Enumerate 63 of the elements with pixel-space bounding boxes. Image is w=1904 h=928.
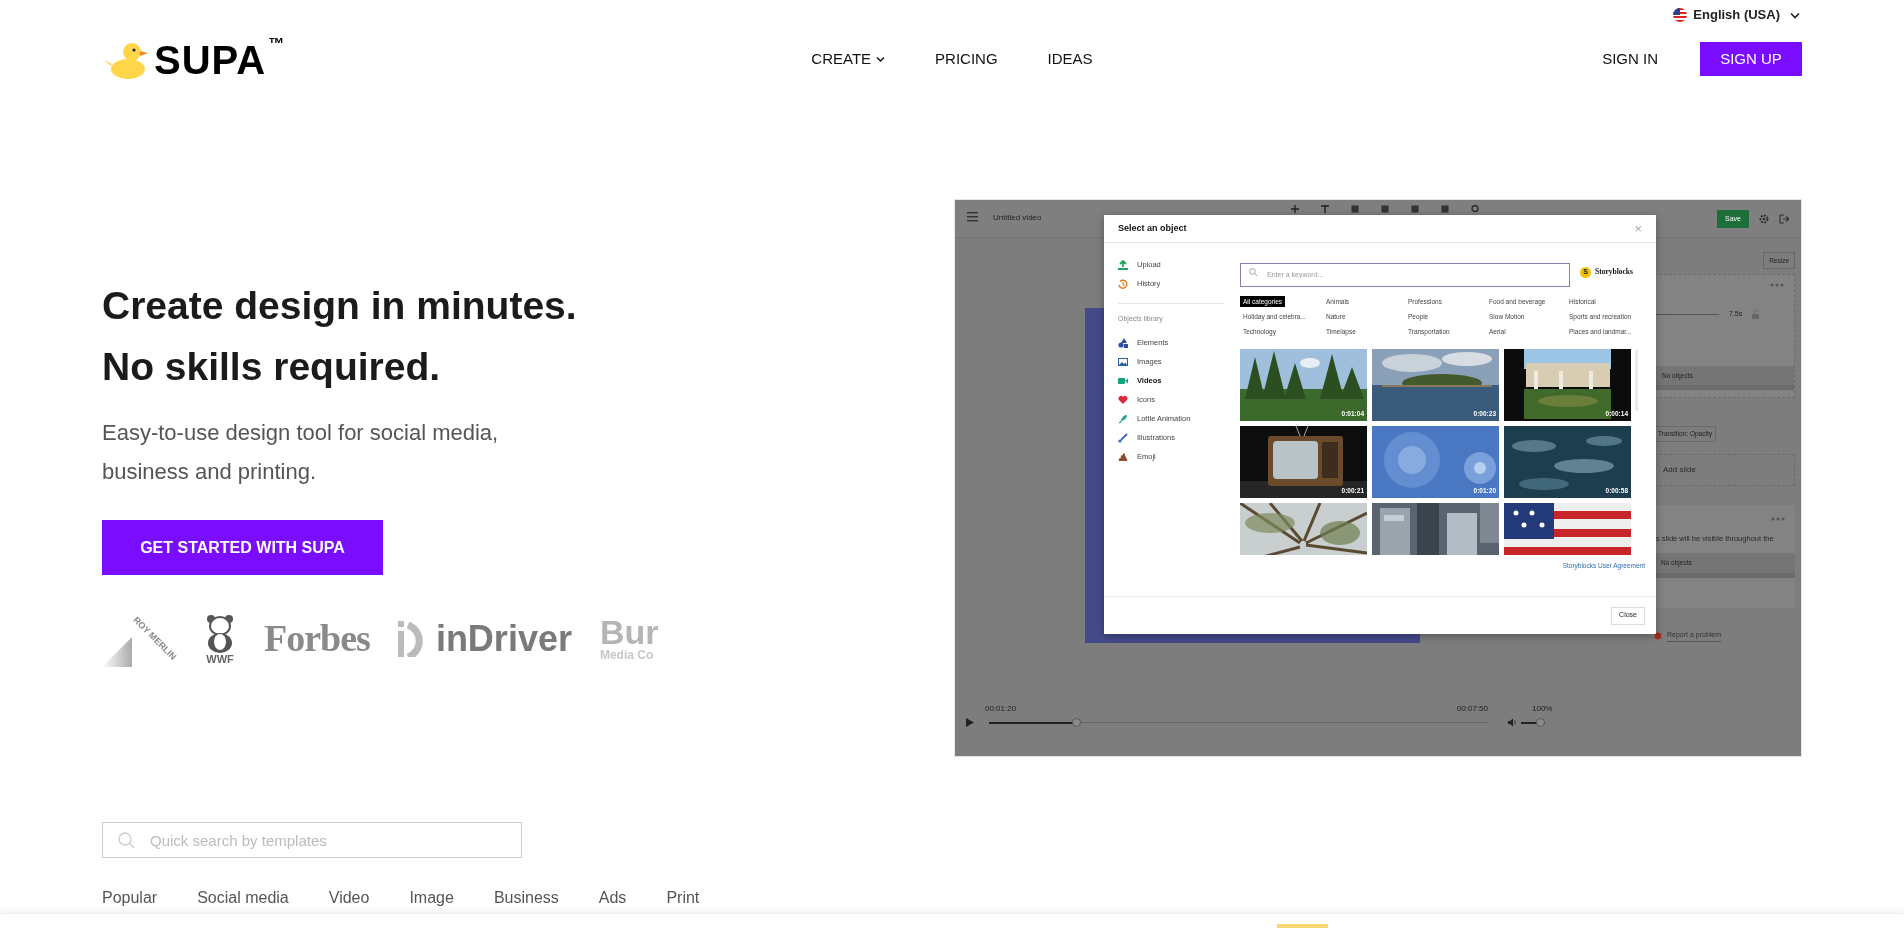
more-icon[interactable] <box>1770 283 1784 287</box>
volume-slider[interactable] <box>1521 718 1545 727</box>
search-icon[interactable] <box>1471 205 1480 213</box>
sign-in-link[interactable]: SIGN IN <box>1602 47 1658 71</box>
bear-icon <box>204 612 236 653</box>
clock-icon <box>1118 278 1128 289</box>
exit-icon[interactable] <box>1779 214 1789 224</box>
logo-text: SUPA <box>154 40 267 80</box>
get-started-button[interactable]: GET STARTED WITH SUPA <box>102 520 383 575</box>
toolbar-icon[interactable] <box>1381 205 1390 213</box>
more-icon[interactable] <box>1771 517 1785 521</box>
headline: Create design in minutes. <box>102 283 577 329</box>
logo-mark-icon <box>397 620 426 657</box>
dialog-title: Select an object <box>1118 221 1187 235</box>
settings-icon[interactable] <box>1759 214 1769 224</box>
trademark-sign: ™ <box>268 34 285 54</box>
template-search-field[interactable]: Quick search by templates <box>102 822 522 858</box>
category-tab[interactable]: Social media <box>197 886 289 910</box>
toolbar-icon[interactable] <box>1351 205 1360 213</box>
toolbar-icon[interactable] <box>1411 205 1420 213</box>
time-label: 00:07:50 <box>1456 703 1488 715</box>
document-title: Untitled video <box>993 212 1042 224</box>
client-logo: WWF <box>206 652 234 665</box>
nav-link[interactable]: PRICING <box>935 47 998 71</box>
subtitle: business and printing. <box>102 458 318 486</box>
nav-link[interactable]: IDEAS <box>1047 47 1093 71</box>
volume-label: 100% <box>1532 703 1553 715</box>
toolbar-icon[interactable] <box>1441 205 1450 213</box>
subtitle: Easy-to-use design tool for social media, <box>102 419 499 447</box>
heart-icon <box>1118 395 1128 405</box>
category-tab[interactable]: Popular <box>102 886 158 910</box>
pile-icon <box>1118 452 1128 462</box>
image-icon <box>1118 357 1128 367</box>
category-tab[interactable]: Print <box>666 886 700 910</box>
headline: No skills required. <box>102 344 441 390</box>
category-tab[interactable]: Image <box>409 886 454 910</box>
time-label: 00:01:20 <box>985 703 1017 715</box>
play-icon[interactable] <box>966 718 974 727</box>
chevron-icon <box>1790 11 1800 19</box>
menu-icon[interactable] <box>967 212 978 222</box>
category-tab[interactable]: Video <box>328 886 370 910</box>
caret-icon <box>876 55 886 63</box>
search-icon <box>1249 268 1257 276</box>
language-selector[interactable]: English (USA) <box>1673 5 1800 25</box>
client-logo: inDriver <box>435 616 572 661</box>
progress-slider[interactable] <box>989 718 1488 727</box>
video-camera-icon <box>1118 376 1128 386</box>
search-icon <box>118 832 134 848</box>
shapes-icon <box>1118 338 1128 348</box>
plus-icon[interactable] <box>1291 205 1300 213</box>
rocket-icon <box>1118 414 1128 424</box>
upload-icon <box>1118 259 1128 270</box>
client-logo: Bur <box>599 615 659 648</box>
category-tab[interactable]: Business <box>493 886 559 910</box>
brush-icon <box>1118 433 1128 443</box>
volume-icon[interactable] <box>1508 718 1516 727</box>
category-tab[interactable]: Ads <box>598 886 627 910</box>
text-tool-icon[interactable] <box>1321 205 1330 213</box>
client-logo: Forbes <box>264 616 370 661</box>
nav-link[interactable]: CREATE <box>811 47 886 71</box>
flag-icon <box>1673 8 1688 22</box>
triangle-icon <box>102 637 132 667</box>
sign-up-button[interactable]: SIGN UP <box>1700 42 1802 76</box>
